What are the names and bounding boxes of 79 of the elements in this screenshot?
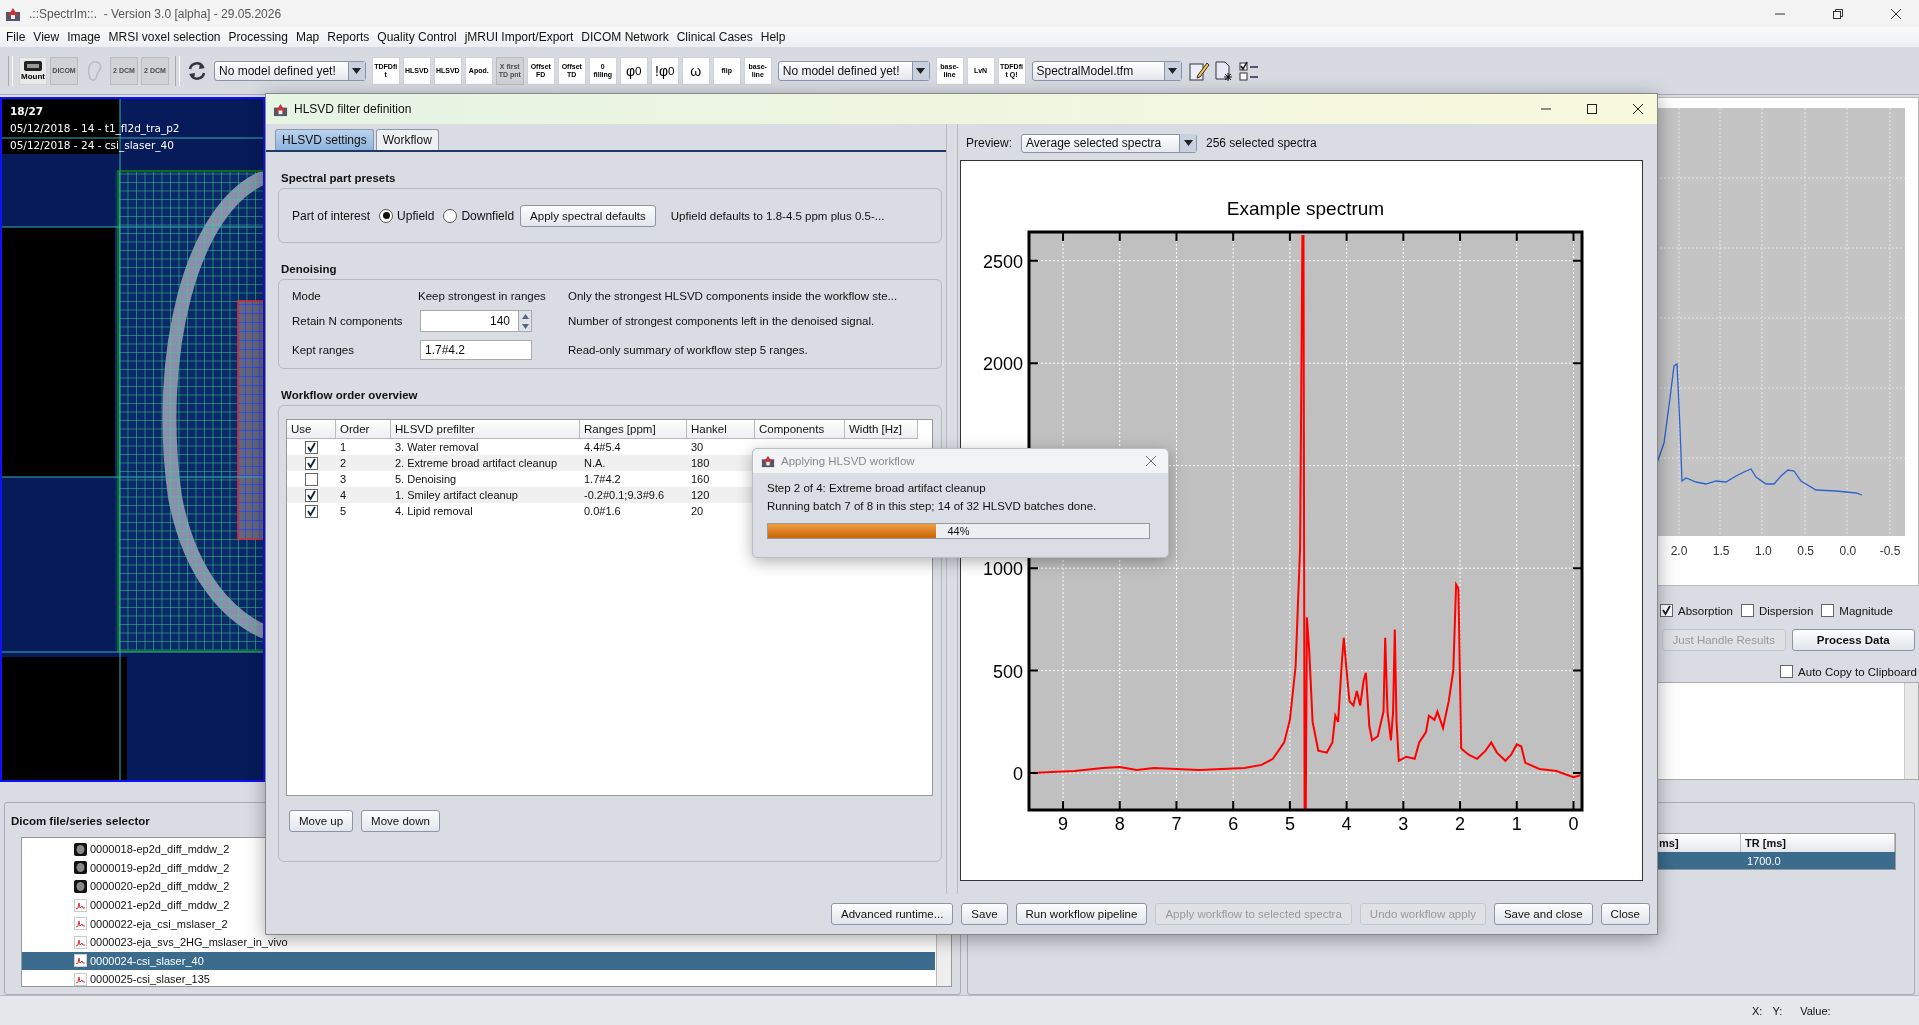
column-header: Hankel bbox=[687, 420, 755, 439]
axis-tick-label: 500 bbox=[992, 661, 1023, 682]
axis-tick-label: 2500 bbox=[982, 251, 1023, 272]
selection-count: 256 selected spectra bbox=[1206, 136, 1317, 150]
progress-step: Step 2 of 4: Extreme broad artifact cleanup bbox=[767, 482, 1168, 494]
table-cell-text: 4. Lipid removal bbox=[394, 505, 474, 517]
section-title: Denoising bbox=[281, 263, 338, 275]
hint-text: Only the strongest HLSVD components inside the workflow ste... bbox=[567, 290, 899, 302]
field-label: Preview: bbox=[966, 136, 1012, 150]
hint-text: Number of strongest components left in the denoised signal. bbox=[567, 315, 876, 327]
column-header: Width [Hz] bbox=[845, 420, 918, 439]
column-header: Use bbox=[287, 420, 336, 439]
axis-tick-label: 7 bbox=[1171, 814, 1182, 834]
image-caption: 18/27 bbox=[10, 104, 45, 119]
column-header: TR [ms] bbox=[1741, 834, 1895, 852]
axis-tick-label: 4 bbox=[1341, 814, 1352, 834]
axis-tick-label: 0 bbox=[1568, 814, 1579, 834]
table-cell-text: 5 bbox=[339, 505, 348, 517]
table-cell-text: 1.7#4.2 bbox=[583, 473, 622, 485]
column-header: Order bbox=[336, 420, 391, 439]
axis-tick-label: 1 bbox=[1511, 814, 1522, 834]
axis-tick-label: 5 bbox=[1284, 814, 1295, 834]
table-cell-text: 1700.0 bbox=[1746, 854, 1782, 867]
hint-text: Upfield defaults to 1.8-4.5 ppm plus 0.5-... bbox=[670, 209, 885, 222]
section-title: Spectral part presets bbox=[281, 172, 397, 184]
table-cell-text: 1 bbox=[339, 441, 348, 453]
axis-tick-label: 8 bbox=[1114, 814, 1125, 834]
section-title: Workflow order overview bbox=[281, 389, 419, 401]
axis-label: 0.5 bbox=[1797, 544, 1814, 558]
mode-value: Keep strongest in ranges bbox=[418, 290, 547, 302]
table-cell-text: 2. Extreme broad artifact cleanup bbox=[394, 457, 559, 469]
table-cell-text: 180 bbox=[690, 457, 711, 469]
field-label: Part of interest bbox=[292, 208, 371, 223]
table-cell-text: 4 bbox=[339, 489, 348, 501]
table-cell-text: 160 bbox=[690, 473, 711, 485]
column-header: Ranges [ppm] bbox=[580, 420, 687, 439]
table-cell-text: 2 bbox=[339, 457, 348, 469]
table-cell-text: 1. Smiley artifact cleanup bbox=[394, 489, 519, 501]
status-label: Value: bbox=[1800, 1004, 1831, 1017]
axis-tick-label: 3 bbox=[1398, 814, 1409, 834]
table-cell-text: 4.4#5.4 bbox=[583, 441, 622, 453]
window-title: .::SpectrIm::. - Version 3.0 [alpha] - 29.05.2026 bbox=[29, 6, 282, 21]
axis-tick-label: 1000 bbox=[982, 559, 1023, 580]
table-cell-text: 0.0#1.6 bbox=[583, 505, 622, 517]
field-label: Mode bbox=[292, 290, 322, 302]
table-cell-text: 120 bbox=[690, 489, 711, 501]
axis-tick-label: 9 bbox=[1058, 814, 1069, 834]
table-cell-text: N.A. bbox=[583, 457, 607, 469]
dialog-title: HLSVD filter definition bbox=[294, 102, 412, 116]
axis-label: -0.5 bbox=[1879, 544, 1901, 558]
hint-text: Read-only summary of workflow step 5 ranges. bbox=[567, 344, 809, 356]
axis-label: 2.0 bbox=[1670, 544, 1688, 558]
column-header: ms] bbox=[1655, 834, 1741, 852]
table-cell-text: -0.2#0.1;9.3#9.6 bbox=[583, 489, 666, 501]
column-header: HLSVD prefilter bbox=[391, 420, 580, 439]
dialog-title: Applying HLSVD workflow bbox=[781, 455, 915, 467]
table-cell-text: 3 bbox=[339, 473, 348, 485]
image-caption: 05/12/2018 - 24 - csi_slaser_40 bbox=[10, 138, 175, 153]
table-cell-text: 5. Denoising bbox=[394, 473, 458, 485]
axis-tick-label: 2 bbox=[1455, 814, 1466, 834]
axis-tick-label: 0 bbox=[1013, 764, 1023, 785]
progress-detail: Running batch 7 of 8 in this step; 14 of 32 HLSVD batches done. bbox=[767, 500, 1098, 512]
panel-title: Dicom file/series selector bbox=[10, 814, 151, 829]
field-label: Retain N components bbox=[292, 315, 404, 327]
axis-tick-label: 2000 bbox=[982, 354, 1023, 375]
axis-tick-label: 6 bbox=[1228, 814, 1239, 834]
image-caption: 05/12/2018 - 14 - t1_fl2d_tra_p2 bbox=[10, 121, 180, 136]
chart-title: Example spectrum bbox=[1226, 198, 1385, 219]
table-cell-text: 3. Water removal bbox=[394, 441, 480, 453]
progress-reading: 44% bbox=[946, 524, 971, 538]
field-label: Kept ranges bbox=[292, 344, 355, 356]
column-header: Components bbox=[755, 420, 845, 439]
status-label: Y: bbox=[1772, 1004, 1783, 1017]
axis-label: 1.5 bbox=[1712, 544, 1730, 558]
axis-label: 0.0 bbox=[1839, 544, 1857, 558]
axis-label: 1.0 bbox=[1755, 544, 1772, 558]
table-cell-text: 30 bbox=[690, 441, 705, 453]
status-label: X: bbox=[1752, 1004, 1763, 1017]
table-cell-text: 20 bbox=[690, 505, 705, 517]
